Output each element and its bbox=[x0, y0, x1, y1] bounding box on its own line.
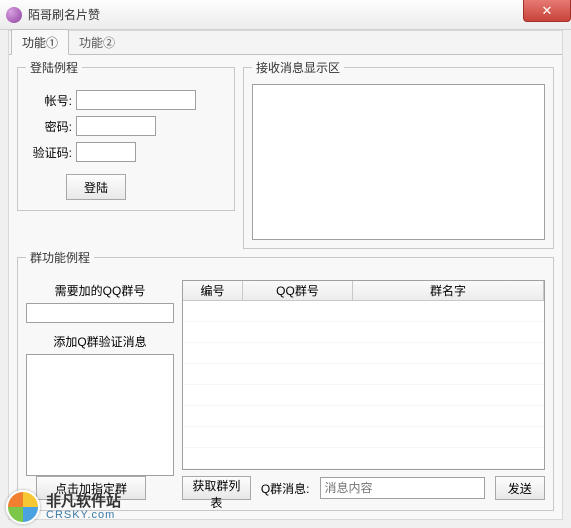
tab-function-2[interactable]: 功能② bbox=[69, 30, 125, 54]
close-button[interactable]: ✕ bbox=[523, 0, 571, 22]
group-grid[interactable]: 编号 QQ群号 群名字 bbox=[182, 280, 545, 470]
tab-function-1[interactable]: 功能① bbox=[11, 29, 69, 55]
login-button[interactable]: 登陆 bbox=[66, 174, 126, 200]
group-left-panel: 需要加的QQ群号 添加Q群验证消息 bbox=[26, 280, 174, 470]
tab-strip: 功能① 功能② bbox=[9, 31, 562, 55]
q-msg-label: Q群消息: bbox=[261, 480, 310, 497]
tab-content: 登陆例程 帐号: 密码: 验证码: 登陆 接收消息显示区 群功能例程 bbox=[9, 55, 562, 519]
account-input[interactable] bbox=[76, 90, 196, 110]
verify-msg-textarea[interactable] bbox=[26, 354, 174, 476]
receive-group: 接收消息显示区 bbox=[243, 59, 554, 249]
add-group-button[interactable]: 点击加指定群 bbox=[36, 476, 146, 500]
window-title: 陌哥刷名片赞 bbox=[28, 6, 100, 23]
client-area: 功能① 功能② 登陆例程 帐号: 密码: 验证码: 登陆 接收消息显示区 bbox=[8, 30, 563, 520]
col-header-name[interactable]: 群名字 bbox=[353, 281, 544, 300]
account-label: 帐号: bbox=[26, 92, 72, 109]
close-icon: ✕ bbox=[542, 3, 553, 19]
password-input[interactable] bbox=[76, 116, 156, 136]
bottom-row: 获取群列表 Q群消息: 发送 bbox=[182, 476, 545, 500]
receive-textarea[interactable] bbox=[252, 84, 545, 240]
q-msg-input[interactable] bbox=[320, 477, 485, 499]
verify-msg-label: 添加Q群验证消息 bbox=[26, 333, 174, 350]
login-legend: 登陆例程 bbox=[26, 59, 82, 76]
receive-legend: 接收消息显示区 bbox=[252, 59, 344, 76]
col-header-id[interactable]: 编号 bbox=[183, 281, 243, 300]
col-header-qq[interactable]: QQ群号 bbox=[243, 281, 353, 300]
captcha-label: 验证码: bbox=[26, 144, 72, 161]
grid-body[interactable] bbox=[183, 301, 544, 469]
get-group-list-button[interactable]: 获取群列表 bbox=[182, 476, 251, 500]
captcha-input[interactable] bbox=[76, 142, 136, 162]
grid-header: 编号 QQ群号 群名字 bbox=[183, 281, 544, 301]
group-function-group: 群功能例程 需要加的QQ群号 添加Q群验证消息 点击加指定群 编号 QQ群号 群… bbox=[17, 249, 554, 511]
need-qq-input[interactable] bbox=[26, 303, 174, 323]
login-group: 登陆例程 帐号: 密码: 验证码: 登陆 bbox=[17, 59, 235, 211]
send-button[interactable]: 发送 bbox=[495, 476, 545, 500]
need-qq-label: 需要加的QQ群号 bbox=[26, 282, 174, 299]
app-icon bbox=[6, 7, 22, 23]
password-label: 密码: bbox=[26, 118, 72, 135]
titlebar: 陌哥刷名片赞 ✕ bbox=[0, 0, 571, 30]
group-function-legend: 群功能例程 bbox=[26, 249, 94, 266]
